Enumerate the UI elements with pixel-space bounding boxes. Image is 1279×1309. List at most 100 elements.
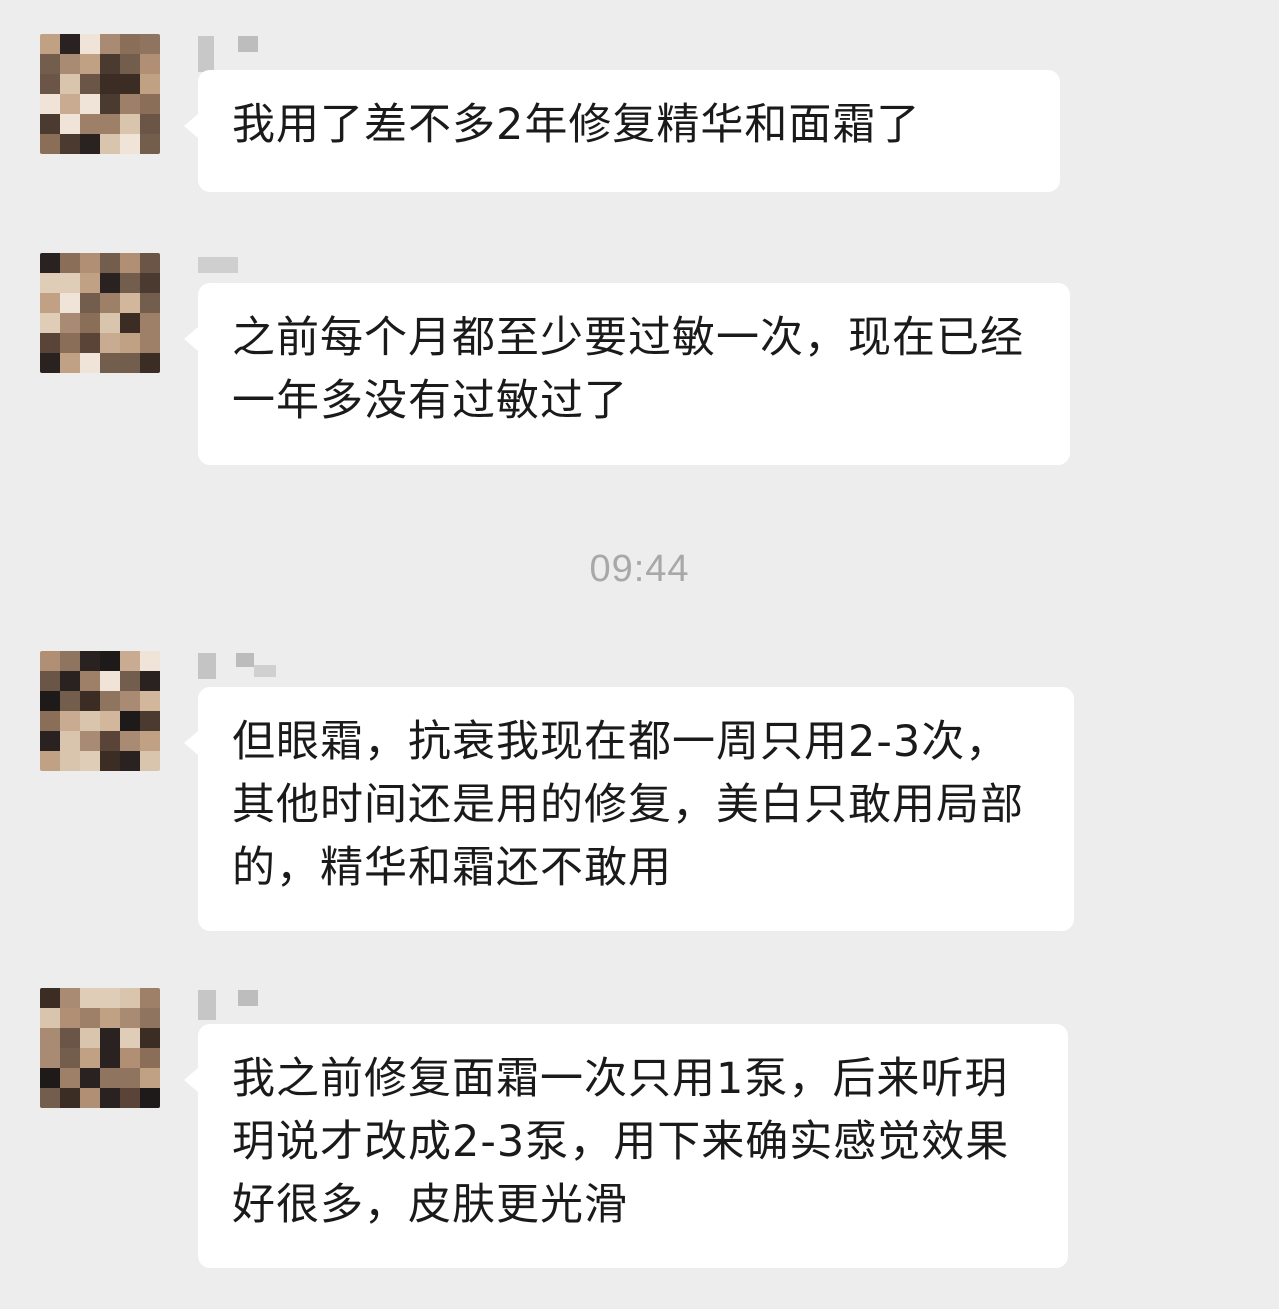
message-text: 我之前修复面霜一次只用1泵，后来听玥玥说才改成2-3泵，用下来确实感觉效果好很多… [232, 1054, 1010, 1230]
message-bubble[interactable]: 之前每个月都至少要过敏一次，现在已经一年多没有过敏过了 [184, 283, 1070, 465]
avatar-pixel [60, 1088, 80, 1108]
avatar-pixel [120, 94, 140, 114]
avatar-pixel [120, 1008, 140, 1028]
avatar-pixel [80, 134, 100, 154]
avatar-pixel [100, 34, 120, 54]
avatar-pixel [100, 253, 120, 273]
avatar-pixel [140, 671, 160, 691]
avatar-pixel [120, 1028, 140, 1048]
avatar-pixel [120, 1068, 140, 1088]
avatar-pixel [60, 94, 80, 114]
avatar-pixel [80, 751, 100, 771]
avatar-pixel [140, 751, 160, 771]
message-text: 我用了差不多2年修复精华和面霜了 [232, 100, 921, 150]
avatar-pixel [60, 1048, 80, 1068]
avatar-pixel [100, 1028, 120, 1048]
avatar-pixel [60, 651, 80, 671]
avatar-pixel [120, 988, 140, 1008]
avatar-pixel [40, 333, 60, 353]
avatar-pixel [100, 333, 120, 353]
avatar-pixel [80, 671, 100, 691]
avatar-pixel [120, 1088, 140, 1108]
avatar-pixel [100, 74, 120, 94]
avatar-pixel [60, 273, 80, 293]
avatar-pixel [100, 273, 120, 293]
message-text: 之前每个月都至少要过敏一次，现在已经一年多没有过敏过了 [232, 313, 1024, 426]
avatar-pixel [140, 1088, 160, 1108]
avatar-pixel [100, 731, 120, 751]
avatar-pixel [120, 1048, 140, 1068]
avatar-pixel [120, 731, 140, 751]
chat-message-list[interactable]: 我用了差不多2年修复精华和面霜了 之前每个月都至少要过敏一次，现在已经一年多没有… [0, 0, 1279, 1309]
avatar-pixel [100, 114, 120, 134]
avatar-pixel [60, 253, 80, 273]
avatar-pixel [140, 94, 160, 114]
avatar-pixel [120, 293, 140, 313]
avatar-pixel [120, 711, 140, 731]
avatar-pixel [80, 1028, 100, 1048]
avatar-pixel [120, 651, 140, 671]
avatar-pixel [40, 751, 60, 771]
avatar-pixel [60, 711, 80, 731]
avatar-pixel [100, 353, 120, 373]
avatar[interactable] [40, 988, 160, 1108]
avatar-pixel [60, 1028, 80, 1048]
avatar-pixel [80, 94, 100, 114]
avatar-pixel [60, 731, 80, 751]
avatar-pixel [40, 671, 60, 691]
avatar-pixel [40, 293, 60, 313]
avatar-pixel [120, 333, 140, 353]
avatar-pixel [40, 1028, 60, 1048]
avatar-pixel [80, 988, 100, 1008]
avatar-pixel [100, 94, 120, 114]
message-bubble[interactable]: 但眼霜，抗衰我现在都一周只用2-3次，其他时间还是用的修复，美白只敢用局部的，精… [184, 687, 1074, 931]
avatar-pixel [60, 1008, 80, 1028]
avatar-pixel [80, 293, 100, 313]
avatar-pixel [140, 1068, 160, 1088]
sender-name-pixelated [198, 988, 278, 1020]
avatar-pixel [80, 1088, 100, 1108]
avatar-pixel [140, 1028, 160, 1048]
avatar-pixel [140, 988, 160, 1008]
avatar-pixel [40, 651, 60, 671]
avatar-pixel [40, 114, 60, 134]
avatar-pixel [60, 74, 80, 94]
avatar-pixel [80, 333, 100, 353]
sender-name-pixelated [198, 253, 278, 279]
message-bubble[interactable]: 我之前修复面霜一次只用1泵，后来听玥玥说才改成2-3泵，用下来确实感觉效果好很多… [184, 1024, 1068, 1268]
avatar-pixel [60, 353, 80, 373]
avatar-pixel [40, 1088, 60, 1108]
avatar-pixel [60, 671, 80, 691]
avatar-pixel [140, 1048, 160, 1068]
timestamp: 09:44 [589, 548, 690, 590]
avatar-pixel [40, 34, 60, 54]
avatar[interactable] [40, 34, 160, 154]
avatar-pixel [140, 134, 160, 154]
avatar-pixel [140, 711, 160, 731]
avatar-pixel [120, 253, 140, 273]
avatar-pixel [100, 313, 120, 333]
avatar-pixel [100, 293, 120, 313]
avatar-pixel [140, 731, 160, 751]
avatar-pixel [40, 711, 60, 731]
avatar[interactable] [40, 651, 160, 771]
avatar-pixel [80, 34, 100, 54]
message-text: 但眼霜，抗衰我现在都一周只用2-3次，其他时间还是用的修复，美白只敢用局部的，精… [232, 717, 1024, 893]
sender-name-pixelated [198, 34, 278, 72]
avatar-pixel [60, 54, 80, 74]
avatar[interactable] [40, 253, 160, 373]
avatar-pixel [40, 313, 60, 333]
avatar-pixel [120, 114, 140, 134]
avatar-pixel [80, 313, 100, 333]
avatar-pixel [80, 253, 100, 273]
avatar-pixel [40, 134, 60, 154]
avatar-pixel [40, 731, 60, 751]
avatar-pixel [80, 114, 100, 134]
avatar-pixel [40, 1048, 60, 1068]
message-bubble[interactable]: 我用了差不多2年修复精华和面霜了 [184, 70, 1060, 192]
avatar-pixel [40, 94, 60, 114]
avatar-pixel [80, 273, 100, 293]
avatar-pixel [100, 1088, 120, 1108]
avatar-pixel [80, 651, 100, 671]
avatar-pixel [120, 54, 140, 74]
